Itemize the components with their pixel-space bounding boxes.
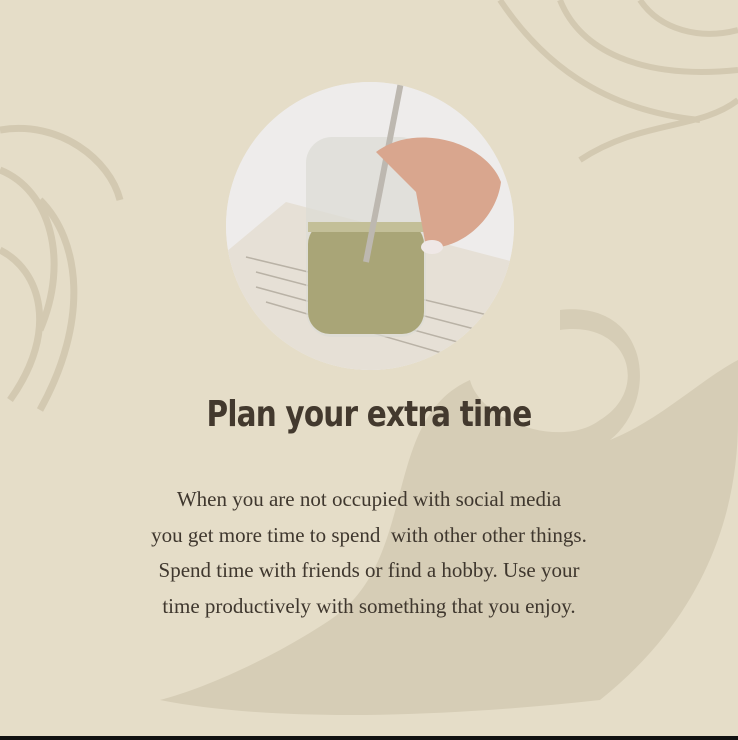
body-line: you get more time to spend with other ot…: [151, 522, 587, 547]
bottom-border: [0, 736, 738, 740]
post-body: When you are not occupied with social me…: [0, 482, 738, 624]
photo-illustration: [226, 82, 514, 370]
matcha-jar-photo: [226, 82, 514, 370]
body-line: Spend time with friends or find a hobby.…: [158, 558, 580, 582]
body-line: When you are not occupied with social me…: [176, 487, 562, 511]
leaf-outline-left: [0, 125, 124, 412]
post-title: Plan your extra time: [206, 394, 533, 435]
body-line: time productively with something that yo…: [162, 593, 576, 618]
leaf-outline-top-right: [497, 0, 738, 163]
